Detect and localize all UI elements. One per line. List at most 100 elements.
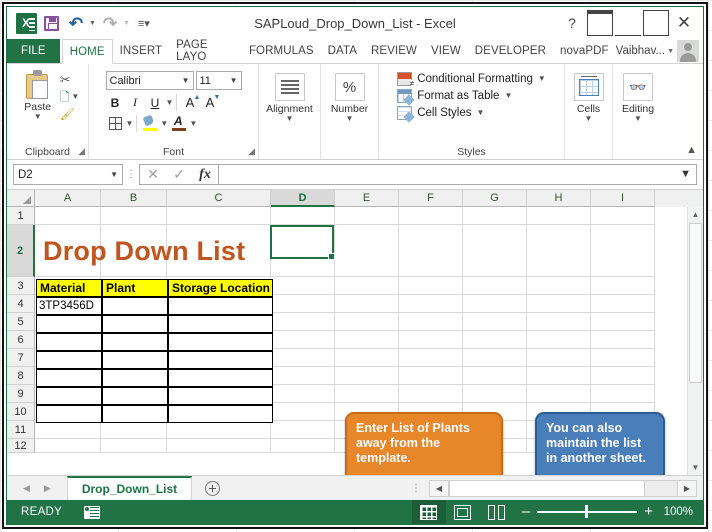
cell-I1[interactable] bbox=[591, 207, 655, 225]
cell-E6[interactable] bbox=[335, 331, 399, 349]
format-as-table-button[interactable]: Format as Table ▼ bbox=[397, 89, 546, 103]
cell-H9[interactable] bbox=[527, 385, 591, 403]
tab-insert[interactable]: INSERT bbox=[113, 39, 170, 63]
cell-E4[interactable] bbox=[335, 295, 399, 313]
cell-C1[interactable] bbox=[167, 207, 271, 225]
zoom-track[interactable] bbox=[537, 505, 638, 519]
table-row[interactable] bbox=[168, 369, 273, 387]
copy-icon[interactable]: 🗋 bbox=[60, 91, 70, 103]
format-as-table-chevron-down-icon[interactable]: ▼ bbox=[504, 92, 512, 100]
cell-H5[interactable] bbox=[527, 313, 591, 331]
table-header-storage-location[interactable]: Storage Location bbox=[168, 279, 273, 297]
table-row[interactable] bbox=[102, 351, 168, 369]
select-all-corner[interactable] bbox=[7, 190, 35, 207]
font-dialog-launcher-icon[interactable]: ◢ bbox=[248, 146, 255, 157]
tab-formulas[interactable]: FORMULAS bbox=[242, 39, 321, 63]
save-icon[interactable] bbox=[40, 12, 62, 34]
cell-D8[interactable] bbox=[271, 367, 335, 385]
redo-chevron-down-icon[interactable]: ▼ bbox=[123, 20, 130, 27]
cell-E7[interactable] bbox=[335, 349, 399, 367]
row-header-9[interactable]: 9 bbox=[7, 385, 35, 403]
font-color-chevron-down-icon[interactable]: ▼ bbox=[189, 119, 197, 128]
zoom-slider[interactable]: – + bbox=[522, 504, 653, 519]
cell-G3[interactable] bbox=[463, 277, 527, 295]
cell-D4[interactable] bbox=[271, 295, 335, 313]
cell-G6[interactable] bbox=[463, 331, 527, 349]
cell-D6[interactable] bbox=[271, 331, 335, 349]
cell-F9[interactable] bbox=[399, 385, 463, 403]
scroll-right-icon[interactable]: ▶ bbox=[677, 479, 697, 497]
name-box[interactable]: D2 ▼ bbox=[13, 164, 123, 185]
cell-styles-chevron-down-icon[interactable]: ▼ bbox=[477, 109, 485, 117]
borders-button[interactable] bbox=[106, 114, 125, 133]
clipboard-dialog-launcher-icon[interactable]: ◢ bbox=[78, 146, 85, 157]
tab-review[interactable]: REVIEW bbox=[364, 39, 424, 63]
enter-icon[interactable]: ✓ bbox=[166, 165, 192, 184]
cell-D9[interactable] bbox=[271, 385, 335, 403]
table-row[interactable] bbox=[168, 333, 273, 351]
tab-split-grip[interactable]: ⋮ bbox=[403, 476, 429, 500]
cell-C11[interactable] bbox=[167, 421, 271, 439]
paste-button[interactable]: Paste ▼ bbox=[16, 69, 60, 121]
cell-D12[interactable] bbox=[271, 439, 335, 453]
cell-F3[interactable] bbox=[399, 277, 463, 295]
table-row[interactable] bbox=[102, 369, 168, 387]
table-row[interactable] bbox=[168, 297, 273, 315]
undo-chevron-down-icon[interactable]: ▼ bbox=[89, 20, 96, 27]
cell-D10[interactable] bbox=[271, 403, 335, 421]
alignment-chevron-down-icon[interactable]: ▼ bbox=[286, 115, 294, 123]
cell-G1[interactable] bbox=[463, 207, 527, 225]
cell-B1[interactable] bbox=[101, 207, 167, 225]
table-header-plant[interactable]: Plant bbox=[102, 279, 168, 297]
table-row[interactable] bbox=[36, 387, 102, 405]
cell-G7[interactable] bbox=[463, 349, 527, 367]
column-header-h[interactable]: H bbox=[527, 190, 591, 207]
scroll-down-icon[interactable]: ▼ bbox=[688, 460, 703, 475]
font-size-chevron-down-icon[interactable]: ▼ bbox=[230, 76, 238, 85]
font-name-chevron-down-icon[interactable]: ▼ bbox=[182, 76, 190, 85]
font-size-input[interactable]: 11 ▼ bbox=[195, 71, 242, 90]
paste-chevron-down-icon[interactable]: ▼ bbox=[34, 113, 42, 121]
cell-G5[interactable] bbox=[463, 313, 527, 331]
selected-cell-indicator[interactable] bbox=[270, 225, 335, 260]
cell-G9[interactable] bbox=[463, 385, 527, 403]
decrease-font-size-button[interactable]: A ▼ bbox=[200, 93, 221, 112]
table-row[interactable] bbox=[36, 369, 102, 387]
cell-E1[interactable] bbox=[335, 207, 399, 225]
tab-page-layout[interactable]: PAGE LAYO bbox=[169, 39, 242, 63]
next-sheet-icon[interactable]: ▶ bbox=[44, 483, 51, 494]
cell-C12[interactable] bbox=[167, 439, 271, 453]
cell-I5[interactable] bbox=[591, 313, 655, 331]
tab-data[interactable]: DATA bbox=[321, 39, 364, 63]
table-header-material[interactable]: Material bbox=[36, 279, 102, 297]
page-layout-view-button[interactable] bbox=[446, 500, 480, 524]
cell-B12[interactable] bbox=[101, 439, 167, 453]
restore-icon[interactable] bbox=[643, 10, 669, 36]
cell-E5[interactable] bbox=[335, 313, 399, 331]
cell-G4[interactable] bbox=[463, 295, 527, 313]
cell-D7[interactable] bbox=[271, 349, 335, 367]
table-row[interactable] bbox=[168, 387, 273, 405]
cell-H8[interactable] bbox=[527, 367, 591, 385]
tab-novapdf[interactable]: novaPDF bbox=[553, 39, 616, 63]
page-break-view-button[interactable] bbox=[480, 500, 514, 524]
cell-I9[interactable] bbox=[591, 385, 655, 403]
zoom-out-icon[interactable]: – bbox=[522, 504, 530, 519]
fill-color-button[interactable] bbox=[140, 114, 159, 133]
row-header-2[interactable]: 2 bbox=[7, 225, 35, 277]
column-header-c[interactable]: C bbox=[167, 190, 271, 207]
cell-I4[interactable] bbox=[591, 295, 655, 313]
cell-A1[interactable] bbox=[35, 207, 101, 225]
cell-E2[interactable] bbox=[335, 225, 399, 277]
cell-E3[interactable] bbox=[335, 277, 399, 295]
vertical-scrollbar[interactable]: ▲ ▼ bbox=[687, 207, 703, 475]
conditional-formatting-button[interactable]: Conditional Formatting ▼ bbox=[397, 72, 546, 88]
help-icon[interactable]: ? bbox=[559, 10, 585, 36]
user-chevron-down-icon[interactable]: ▼ bbox=[667, 48, 674, 55]
expand-formula-bar-icon[interactable]: ▼ bbox=[680, 168, 691, 180]
user-account[interactable]: Vaibhav... ▼ bbox=[616, 39, 703, 63]
format-painter-icon[interactable]: 🖌 bbox=[60, 108, 75, 120]
table-row[interactable] bbox=[102, 333, 168, 351]
row-header-3[interactable]: 3 bbox=[7, 277, 35, 295]
sheet-tab-drop-down-list[interactable]: Drop_Down_List bbox=[66, 476, 193, 500]
